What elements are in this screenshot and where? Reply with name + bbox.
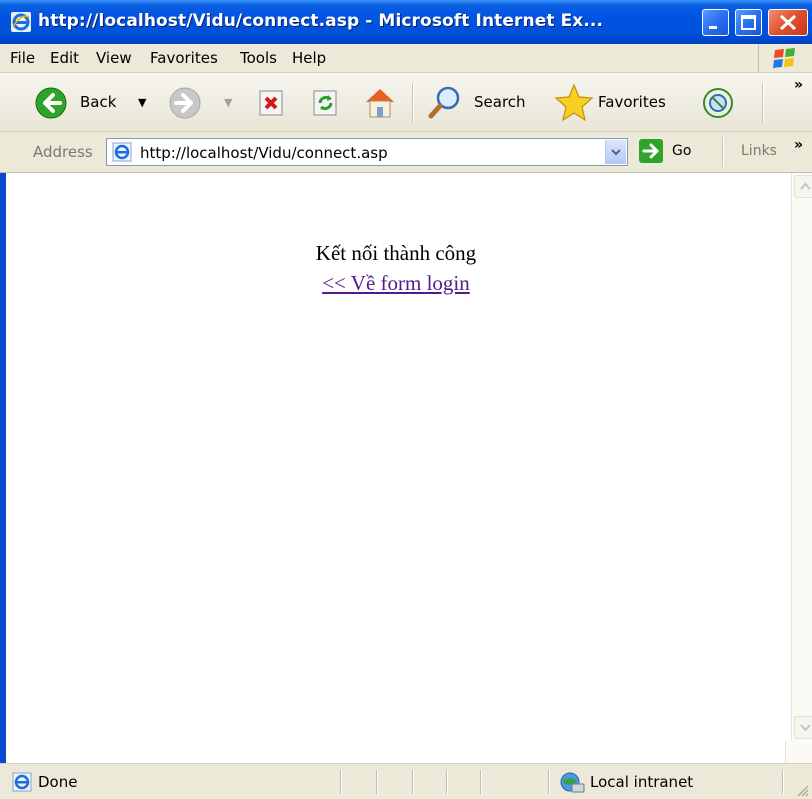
scroll-up-button[interactable] [794,175,812,198]
page-status-icon [12,772,32,792]
status-separator [446,770,448,794]
windows-flag-icon [773,48,795,68]
status-separator [340,770,342,794]
toolbar-separator [762,83,764,123]
forward-dropdown-icon[interactable]: ▼ [224,96,232,109]
menu-help[interactable]: Help [292,49,326,67]
address-url: http://localhost/Vidu/connect.asp [140,144,388,162]
address-input[interactable]: http://localhost/Vidu/connect.asp [106,138,628,166]
favorites-button[interactable]: Favorites [554,82,684,122]
go-label: Go [672,143,692,159]
windows-logo [758,44,812,72]
resize-grip-icon[interactable] [794,782,810,798]
back-dropdown-icon[interactable]: ▼ [138,96,146,109]
menu-view[interactable]: View [96,49,132,67]
back-label: Back [80,93,117,111]
menu-edit[interactable]: Edit [50,49,79,67]
address-bar: Address http://localhost/Vidu/connect.as… [0,132,812,173]
minimize-button[interactable] [702,9,729,36]
toolbar-separator [412,83,414,123]
forward-button[interactable]: ▼ [168,86,238,122]
search-button[interactable]: Search [428,84,538,120]
status-separator [548,770,550,794]
status-separator [480,770,482,794]
back-to-login-link[interactable]: << Về form login [6,271,786,296]
go-arrow-icon [639,139,663,163]
ie-icon [11,12,31,32]
status-text: Done [38,773,78,791]
page-ie-icon [112,142,132,162]
back-button[interactable]: Back ▼ [34,84,154,120]
search-icon [428,86,460,119]
star-icon [554,83,594,122]
minimize-icon [709,26,717,29]
chevron-down-icon [611,149,621,156]
maximize-icon [741,15,756,30]
scroll-up-icon [800,182,811,190]
status-separator [376,770,378,794]
menu-file[interactable]: File [10,49,35,67]
close-icon [779,14,797,31]
window-title: http://localhost/Vidu/connect.asp - Micr… [38,11,604,31]
scroll-down-button[interactable] [794,716,812,739]
close-button[interactable] [768,9,808,36]
scroll-down-icon [800,724,811,732]
scrollbar-track-end [785,741,812,763]
status-separator [412,770,414,794]
browser-window: http://localhost/Vidu/connect.asp - Micr… [0,0,812,799]
links-overflow-chevron[interactable]: » [794,137,803,153]
menu-tools[interactable]: Tools [240,49,277,67]
home-icon[interactable] [362,85,398,119]
toolbar-overflow-chevron[interactable]: » [794,77,803,93]
status-separator [782,770,784,794]
standard-toolbar: Back ▼ ▼ Search Favorites » [0,73,812,132]
address-dropdown-button[interactable] [605,140,626,164]
intranet-zone-icon [560,772,585,793]
links-label[interactable]: Links [741,143,777,159]
page-content: Kết nối thành công << Về form login [0,173,812,741]
address-label: Address [33,143,93,161]
status-bar: Done Local intranet [0,763,812,799]
address-separator [722,137,724,167]
connect-success-message: Kết nối thành công [315,241,477,265]
media-icon[interactable] [700,85,736,121]
refresh-icon[interactable] [312,89,340,117]
vertical-scrollbar[interactable] [791,173,812,741]
search-label: Search [474,93,526,111]
security-zone-text: Local intranet [590,773,694,791]
stop-icon[interactable] [258,89,286,117]
forward-arrow-icon [169,87,201,119]
favorites-label: Favorites [598,93,666,111]
title-bar[interactable]: http://localhost/Vidu/connect.asp - Micr… [0,0,812,44]
content-bottom-margin [0,741,812,763]
menu-bar: File Edit View Favorites Tools Help [0,44,812,73]
back-arrow-icon [35,87,67,119]
document-body: Kết nối thành công << Về form login [6,173,786,741]
maximize-button[interactable] [735,9,762,36]
menu-favorites[interactable]: Favorites [150,49,218,67]
